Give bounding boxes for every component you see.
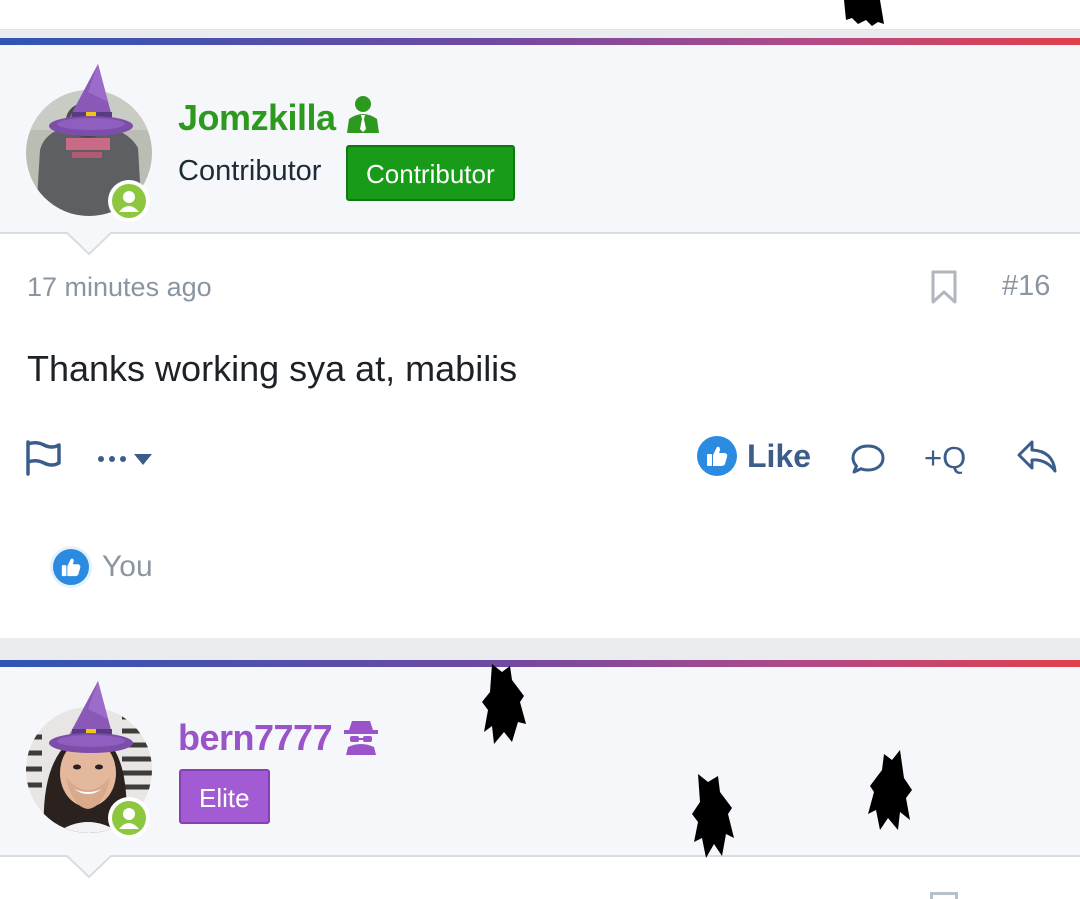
chevron-down-icon — [134, 453, 152, 465]
bat-icon — [692, 774, 734, 858]
avatar-wrap[interactable] — [26, 64, 152, 222]
reaction-users: You — [102, 550, 153, 583]
username[interactable]: Jomzkilla — [178, 97, 336, 139]
previous-post-footer — [0, 0, 1080, 30]
post-header-gradient — [0, 660, 1080, 667]
next-post: bern7777 Elite — [0, 660, 1080, 899]
more-dots-icon — [98, 456, 126, 462]
contributor-user-icon — [347, 96, 379, 133]
witch-hat-icon — [49, 64, 133, 136]
bookmark-icon[interactable] — [930, 892, 958, 899]
reactions-bar[interactable]: You — [50, 546, 153, 588]
reply-icon[interactable] — [1016, 438, 1058, 476]
like-thumb-icon — [697, 436, 737, 476]
like-label: Like — [747, 437, 812, 474]
user-badge: Elite — [179, 769, 270, 824]
post-16: Jomzkilla Contributor Contributor 17 min… — [0, 38, 1080, 638]
post-number[interactable]: #16 — [1002, 270, 1050, 303]
user-header: Jomzkilla Contributor Contributor — [0, 45, 1080, 256]
bat-icon — [844, 0, 884, 26]
post-time[interactable]: 17 minutes ago — [27, 272, 212, 303]
bookmark-icon[interactable] — [930, 270, 958, 304]
header-pointer — [66, 232, 112, 256]
post-header-gradient — [0, 38, 1080, 45]
bat-icon — [482, 664, 526, 744]
username[interactable]: bern7777 — [178, 717, 333, 759]
report-flag-icon[interactable] — [24, 440, 62, 476]
comment-icon[interactable] — [850, 442, 886, 476]
user-title: Contributor — [178, 155, 322, 187]
like-button[interactable]: Like — [697, 436, 811, 476]
header-pointer — [66, 855, 112, 879]
online-status-icon — [108, 180, 150, 222]
post-body: Thanks working sya at, mabilis — [27, 348, 518, 389]
user-header: bern7777 Elite — [0, 667, 1080, 879]
online-status-icon — [108, 797, 150, 839]
witch-hat-icon — [49, 681, 133, 753]
elite-spy-icon — [344, 721, 378, 755]
more-options-menu[interactable] — [98, 446, 152, 472]
like-reaction-icon — [50, 546, 92, 588]
multi-quote-button[interactable]: +Q — [924, 440, 966, 476]
bat-icon — [868, 750, 912, 830]
user-badge: Contributor — [346, 145, 515, 201]
avatar-wrap[interactable] — [26, 681, 152, 839]
